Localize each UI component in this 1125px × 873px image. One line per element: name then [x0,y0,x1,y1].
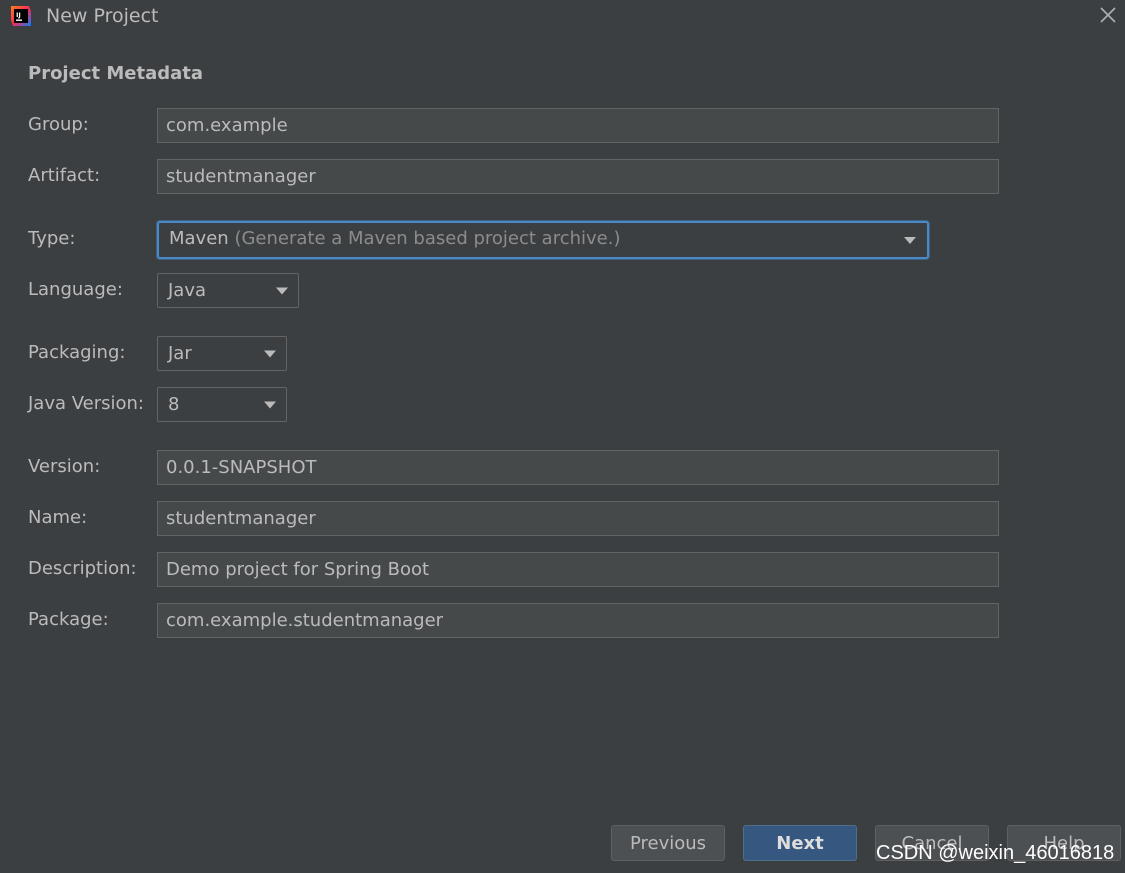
language-label: Language: [28,279,123,300]
packaging-value: Jar [168,343,192,364]
next-button[interactable]: Next [743,825,857,861]
previous-button[interactable]: Previous [611,825,725,861]
version-label: Version: [28,456,101,477]
java-version-dropdown[interactable]: 8 [157,387,287,422]
close-icon[interactable] [1095,2,1121,28]
type-dropdown[interactable]: Maven (Generate a Maven based project ar… [157,221,929,259]
packaging-label: Packaging: [28,342,126,363]
type-value: Maven [169,228,229,249]
name-label: Name: [28,507,88,528]
chevron-down-icon [262,337,278,370]
name-input[interactable] [157,501,999,536]
description-input[interactable] [157,552,999,587]
type-dropdown-value: Maven (Generate a Maven based project ar… [169,223,620,254]
language-dropdown[interactable]: Java [157,273,299,308]
intellij-idea-icon: IJ [9,4,33,28]
java-version-label: Java Version: [28,393,144,414]
package-label: Package: [28,609,109,630]
group-input[interactable] [157,108,999,143]
watermark: CSDN @weixin_46016818 [876,842,1115,864]
packaging-dropdown[interactable]: Jar [157,336,287,371]
description-label: Description: [28,558,137,579]
type-label: Type: [28,228,76,249]
version-input[interactable] [157,450,999,485]
svg-text:IJ: IJ [16,11,21,19]
java-version-value: 8 [168,394,180,415]
title-bar: IJ New Project [0,0,1125,34]
chevron-down-icon [902,223,918,254]
window-title: New Project [46,5,159,27]
type-description: (Generate a Maven based project archive.… [234,228,621,249]
group-label: Group: [28,114,89,135]
language-value: Java [168,280,207,301]
section-title: Project Metadata [28,63,204,84]
chevron-down-icon [262,388,278,421]
chevron-down-icon [274,274,290,307]
package-input[interactable] [157,603,999,638]
artifact-label: Artifact: [28,165,101,186]
artifact-input[interactable] [157,159,999,194]
